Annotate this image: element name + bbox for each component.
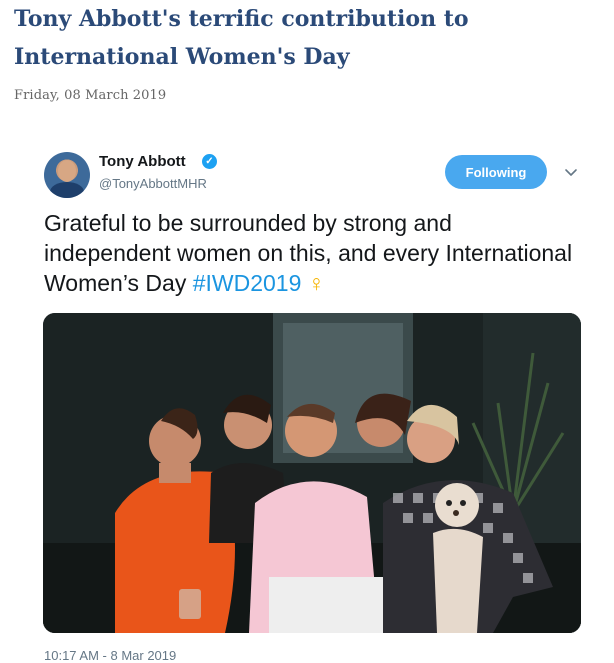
female-sign-emoji: ♀: [307, 270, 326, 296]
hashtag-link[interactable]: #IWD2019: [193, 270, 302, 296]
tweet-text: Grateful to be surrounded by strong and …: [44, 208, 584, 298]
verified-badge-icon: ✓: [202, 154, 217, 169]
author-handle[interactable]: @TonyAbbottMHR: [99, 176, 207, 191]
embedded-tweet: Tony Abbott ✓ @TonyAbbottMHR Following G…: [0, 140, 614, 663]
article-title: Tony Abbott's terrific contribution to I…: [14, 6, 469, 70]
article-date: Friday, 08 March 2019: [14, 88, 167, 103]
avatar[interactable]: [44, 152, 90, 198]
following-button[interactable]: Following: [445, 155, 547, 189]
tweet-timestamp[interactable]: 10:17 AM - 8 Mar 2019: [44, 648, 176, 663]
tweet-photo[interactable]: [43, 313, 581, 633]
group-photo-image: [43, 313, 581, 633]
author-name[interactable]: Tony Abbott: [99, 153, 186, 170]
chevron-down-icon[interactable]: [563, 164, 579, 180]
